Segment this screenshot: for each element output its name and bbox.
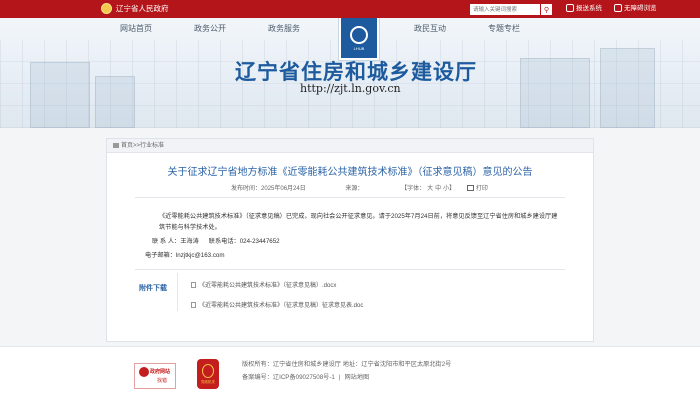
- department-logo[interactable]: LHUB: [339, 18, 379, 60]
- search-input[interactable]: [470, 4, 540, 15]
- font-size-medium[interactable]: 中: [435, 186, 441, 192]
- font-size-close: 】: [449, 186, 456, 192]
- article-meta: 发布时间：2025年06月24日 来源： 【字体：大中小】 打印: [231, 183, 492, 192]
- publish-label: 发布时间：: [231, 186, 262, 192]
- source-label: 来源：: [345, 186, 364, 192]
- party-gov-badge[interactable]: 党政机关: [197, 359, 219, 389]
- building-graphic: [600, 48, 655, 128]
- attachment-name: 《近零能耗公共建筑技术标准》（征求意见稿）.docx: [199, 283, 337, 289]
- footer-separator: |: [338, 374, 341, 381]
- print-label: 打印: [475, 186, 488, 192]
- divider: [135, 269, 565, 270]
- icp-number[interactable]: 备案编号：辽ICP备09027508号-1: [242, 374, 335, 381]
- accessibility-link[interactable]: 无障碍浏览: [614, 3, 657, 15]
- home-icon: [113, 143, 119, 148]
- breadcrumb-home[interactable]: 首页: [121, 143, 133, 149]
- gov-name-link[interactable]: 辽宁省人民政府: [116, 3, 169, 15]
- contact-person: 联 系 人：王海涛: [152, 238, 199, 245]
- attachment-link[interactable]: 《近零能耗公共建筑技术标准》（征求意见稿）.docx: [191, 280, 336, 289]
- accessibility-label: 无障碍浏览: [624, 5, 657, 12]
- divider: [177, 273, 178, 311]
- article-title: 关于征求辽宁省地方标准《近零能耗公共建筑技术标准》（征求意见稿）意见的公告: [167, 167, 533, 178]
- party-gov-icon: [202, 364, 214, 378]
- footer-icp-line: 备案编号：辽ICP备09027508号-1 | 网站地图: [242, 372, 369, 381]
- party-gov-label: 党政机关: [201, 380, 215, 384]
- breadcrumb-separator: >>: [133, 143, 141, 149]
- top-bar: 辽宁省人民政府 ⚲ 报送系统 无障碍浏览: [0, 0, 700, 18]
- attachment-name: 《近零能耗公共建筑技术标准》（征求意见稿）征求意见表.doc: [199, 303, 364, 309]
- badge-subtitle: 找错: [157, 378, 168, 384]
- gov-website-error-badge[interactable]: 政府网站 找错: [134, 363, 176, 389]
- nav-gov-affairs-open[interactable]: 政务公开: [194, 24, 226, 34]
- badge-title: 政府网站: [150, 369, 171, 375]
- contact-email: 电子邮箱：lnzjtkjc@163.com: [145, 252, 225, 259]
- error-report-icon: [139, 367, 149, 377]
- national-emblem-icon: [101, 3, 112, 14]
- divider: [135, 197, 565, 198]
- font-size-large[interactable]: 大: [427, 186, 433, 192]
- nav-home[interactable]: 网站首页: [120, 24, 152, 34]
- logo-mark-icon: [350, 25, 368, 44]
- report-system-link[interactable]: 报送系统: [566, 3, 602, 15]
- report-system-label: 报送系统: [576, 5, 602, 12]
- footer-copyright: 版权所有：辽宁省住房和城乡建设厅 地址：辽宁省沈阳市和平区太原北街2号: [242, 361, 452, 368]
- search-icon[interactable]: ⚲: [541, 4, 552, 15]
- footer: 政府网站 找错 党政机关 版权所有：辽宁省住房和城乡建设厅 地址：辽宁省沈阳市和…: [0, 346, 700, 396]
- building-graphic: [95, 76, 135, 128]
- attachments-label: 附件下载: [139, 285, 167, 292]
- nav-interaction[interactable]: 政民互动: [414, 24, 446, 34]
- sitemap-link[interactable]: 网站地图: [344, 374, 369, 381]
- report-icon: [566, 4, 574, 13]
- logo-label: LHUB: [353, 45, 365, 51]
- file-icon: [191, 282, 196, 288]
- contact-info: 联 系 人：王海涛 联系电话：024-23447652: [152, 237, 280, 247]
- banner: 网站首页 政务公开 政务服务 LHUB 政民互动 专题专栏 辽宁省住房和城乡建设…: [0, 18, 700, 128]
- nav-special-topics[interactable]: 专题专栏: [488, 24, 520, 34]
- print-button[interactable]: 打印: [466, 185, 492, 192]
- breadcrumb: 首页>>行业标准: [107, 139, 593, 153]
- print-icon: [466, 185, 474, 191]
- accessibility-icon: [614, 4, 622, 13]
- publish-date: 2025年06月24日: [261, 186, 306, 192]
- building-graphic: [30, 62, 90, 128]
- file-icon: [191, 302, 196, 308]
- site-url: http://zjt.ln.gov.cn: [300, 82, 401, 95]
- building-graphic: [520, 58, 590, 128]
- article-body: 《近零能耗公共建筑技术标准》（征求意见稿）已完成，现向社会公开征求意见。请于20…: [145, 211, 563, 233]
- font-size-label: 【字体：: [401, 186, 426, 192]
- nav-gov-services[interactable]: 政务服务: [268, 24, 300, 34]
- article-paragraph: 《近零能耗公共建筑技术标准》（征求意见稿）已完成，现向社会公开征求意见。请于20…: [159, 213, 558, 231]
- main-nav: 网站首页 政务公开 政务服务 LHUB 政民互动 专题专栏: [0, 18, 700, 60]
- article-card: 首页>>行业标准 关于征求辽宁省地方标准《近零能耗公共建筑技术标准》（征求意见稿…: [106, 138, 594, 342]
- breadcrumb-current[interactable]: 行业标准: [140, 143, 164, 149]
- attachment-link[interactable]: 《近零能耗公共建筑技术标准》（征求意见稿）征求意见表.doc: [191, 300, 363, 309]
- contact-phone: 联系电话：024-23447652: [208, 238, 280, 245]
